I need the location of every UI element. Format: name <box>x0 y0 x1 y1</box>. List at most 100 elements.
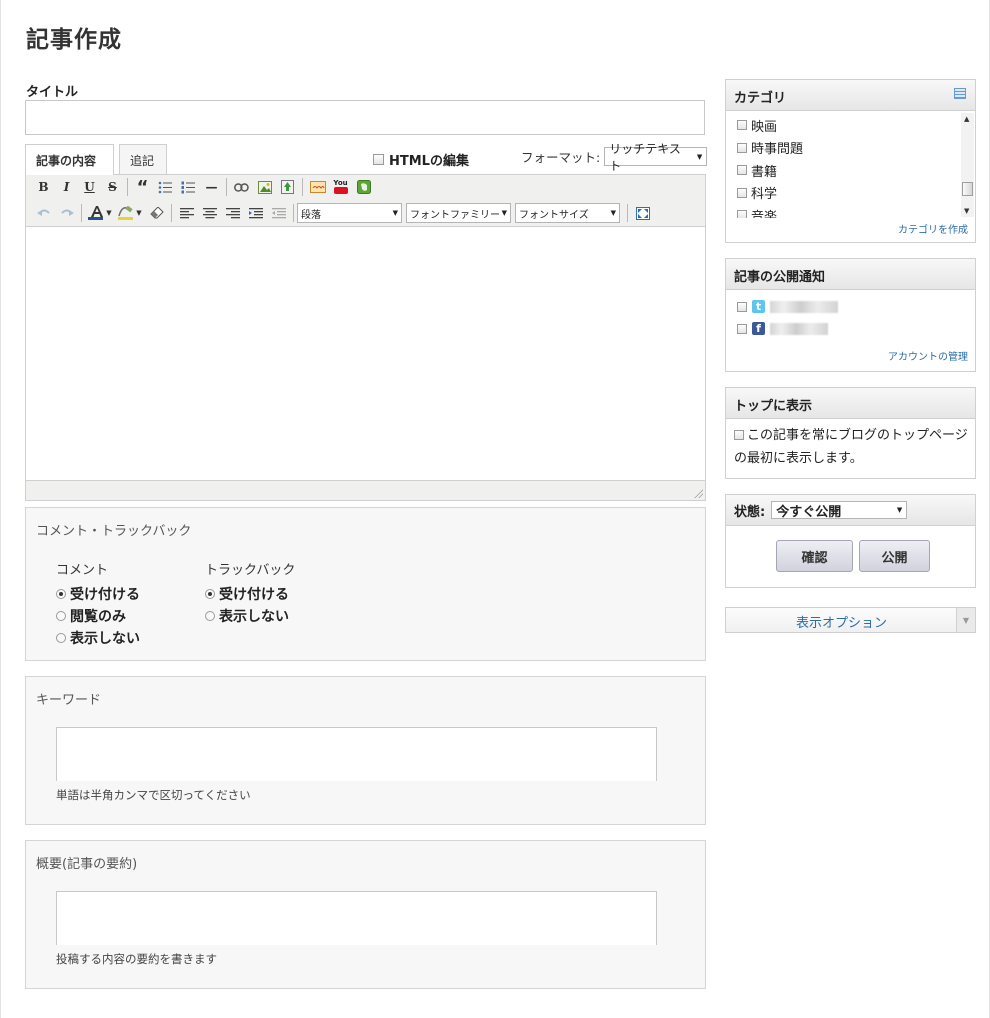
trackback-option-accept[interactable]: 受け付ける <box>205 583 295 605</box>
show-on-top-checkbox[interactable] <box>734 430 744 440</box>
insert-link-button[interactable] <box>230 176 253 198</box>
title-input[interactable] <box>25 100 705 135</box>
category-item[interactable]: 音楽 <box>737 204 961 218</box>
summary-input[interactable] <box>56 891 657 945</box>
chevron-down-icon[interactable]: ▼ <box>964 207 969 215</box>
comments-trackback-panel: コメント・トラックバック コメント 受け付ける 閲覧のみ 表示しない トラックバ… <box>25 507 706 661</box>
format-select[interactable]: リッチテキスト ▼ <box>604 142 708 173</box>
list-icon[interactable] <box>954 88 966 99</box>
category-checkbox[interactable] <box>737 120 747 131</box>
horizontal-rule-button[interactable]: — <box>200 176 223 198</box>
toolbar-divider <box>302 178 303 196</box>
radio-selected-icon[interactable] <box>205 589 215 599</box>
scrollbar-thumb[interactable] <box>962 182 973 196</box>
italic-button[interactable]: I <box>55 176 78 198</box>
top-panel-header: トップに表示 <box>726 388 975 419</box>
radio-icon[interactable] <box>205 611 215 621</box>
category-list: 映画 時事問題 書籍 科学 音楽 <box>737 114 961 218</box>
letter-a-icon <box>90 206 103 217</box>
strikethrough-button[interactable]: S <box>101 176 124 198</box>
trackback-option-hide[interactable]: 表示しない <box>205 605 295 627</box>
tab-additional[interactable]: 追記 <box>119 144 167 174</box>
eraser-icon <box>149 207 164 219</box>
category-panel: カテゴリ 映画 時事問題 書籍 科学 音楽 ▲ ▼ カテゴリを作成 <box>725 79 976 243</box>
highlight-color-button[interactable]: ▼ <box>115 202 145 224</box>
radio-icon[interactable] <box>56 611 66 621</box>
align-right-button[interactable] <box>221 202 244 224</box>
twitter-checkbox[interactable] <box>737 301 747 312</box>
confirm-button[interactable]: 確認 <box>776 540 853 572</box>
html-edit-toggle[interactable]: HTMLの編集 <box>373 150 469 169</box>
comment-option-accept[interactable]: 受け付ける <box>56 583 140 605</box>
bold-button[interactable]: B <box>32 176 55 198</box>
radio-icon[interactable] <box>56 633 66 643</box>
font-size-select[interactable]: フォントサイズ ▼ <box>515 203 620 223</box>
toolbar-row-2: ▼ ▼ 段落 ▼ フォントファミリー ▼ フォントサイズ ▼ <box>32 201 654 225</box>
category-checkbox[interactable] <box>737 165 747 176</box>
paragraph-select[interactable]: 段落 ▼ <box>297 203 402 223</box>
fullscreen-button[interactable] <box>631 202 654 224</box>
category-scrollbar[interactable]: ▲ ▼ <box>961 113 974 217</box>
category-item[interactable]: 書籍 <box>737 159 961 182</box>
category-item[interactable]: 時事問題 <box>737 137 961 160</box>
format-control: フォーマット: リッチテキスト ▼ <box>521 142 708 173</box>
create-category-link[interactable]: カテゴリを作成 <box>898 221 968 236</box>
numbered-list-button[interactable] <box>177 176 200 198</box>
trackback-setting-group: トラックバック 受け付ける 表示しない <box>205 559 295 627</box>
comment-option-hide[interactable]: 表示しない <box>56 627 140 649</box>
manage-accounts-link[interactable]: アカウントの管理 <box>888 348 968 363</box>
category-checkbox[interactable] <box>737 142 747 153</box>
text-color-swatch <box>88 217 104 220</box>
upload-file-button[interactable] <box>276 176 299 198</box>
insert-evernote-button[interactable] <box>352 176 375 198</box>
publish-button[interactable]: 公開 <box>859 540 930 572</box>
trackback-setting-label: トラックバック <box>205 563 296 578</box>
facebook-account-row[interactable]: f <box>737 322 828 335</box>
outdent-button[interactable] <box>267 202 290 224</box>
blockquote-button[interactable]: “ <box>131 176 154 198</box>
twitter-account-name-redacted <box>770 300 838 313</box>
chevron-up-icon[interactable]: ▲ <box>964 115 969 123</box>
category-item[interactable]: 映画 <box>737 114 961 137</box>
insert-image-button[interactable] <box>253 176 276 198</box>
resize-handle-icon[interactable] <box>693 488 703 498</box>
keyword-input[interactable] <box>56 727 657 781</box>
indent-button[interactable] <box>244 202 267 224</box>
indent-icon <box>248 207 263 218</box>
chevron-down-icon[interactable]: ▼ <box>956 608 975 632</box>
font-family-select[interactable]: フォントファミリー ▼ <box>406 203 511 223</box>
summary-hint: 投稿する内容の要約を書きます <box>56 952 217 966</box>
twitter-account-row[interactable]: t <box>737 300 838 313</box>
display-options-dropdown[interactable]: 表示オプション ▼ <box>725 607 976 633</box>
text-color-button[interactable]: ▼ <box>85 202 115 224</box>
facebook-checkbox[interactable] <box>737 323 747 334</box>
category-label: 音楽 <box>751 209 778 218</box>
underline-button[interactable]: U <box>78 176 101 198</box>
undo-button[interactable] <box>32 202 55 224</box>
redo-icon <box>60 209 74 216</box>
align-left-button[interactable] <box>175 202 198 224</box>
radio-selected-icon[interactable] <box>56 589 66 599</box>
insert-emoji-button[interactable] <box>306 176 329 198</box>
clear-format-button[interactable] <box>145 202 168 224</box>
comment-option-view-only[interactable]: 閲覧のみ <box>56 605 140 627</box>
editor-content-area[interactable] <box>26 227 705 480</box>
youtube-icon-text: You <box>333 179 348 187</box>
insert-youtube-button[interactable]: You <box>329 176 352 198</box>
align-center-button[interactable] <box>198 202 221 224</box>
title-label: タイトル <box>26 85 79 100</box>
category-checkbox[interactable] <box>737 210 747 218</box>
comment-option-label: 閲覧のみ <box>70 609 126 625</box>
html-edit-checkbox[interactable] <box>373 154 384 165</box>
tab-content[interactable]: 記事の内容 <box>25 144 114 175</box>
category-item[interactable]: 科学 <box>737 182 961 205</box>
category-checkbox[interactable] <box>737 187 747 198</box>
numbered-list-icon <box>181 181 195 193</box>
category-label: 時事問題 <box>751 142 804 158</box>
status-select-value: 今すぐ公開 <box>776 504 842 520</box>
status-select[interactable]: 今すぐ公開 ▼ <box>771 501 908 520</box>
format-select-value: リッチテキスト <box>609 141 681 173</box>
show-on-top-option[interactable]: この記事を常にブログのトップページの最初に表示します。 <box>734 424 970 470</box>
bullet-list-button[interactable] <box>154 176 177 198</box>
redo-button[interactable] <box>55 202 78 224</box>
